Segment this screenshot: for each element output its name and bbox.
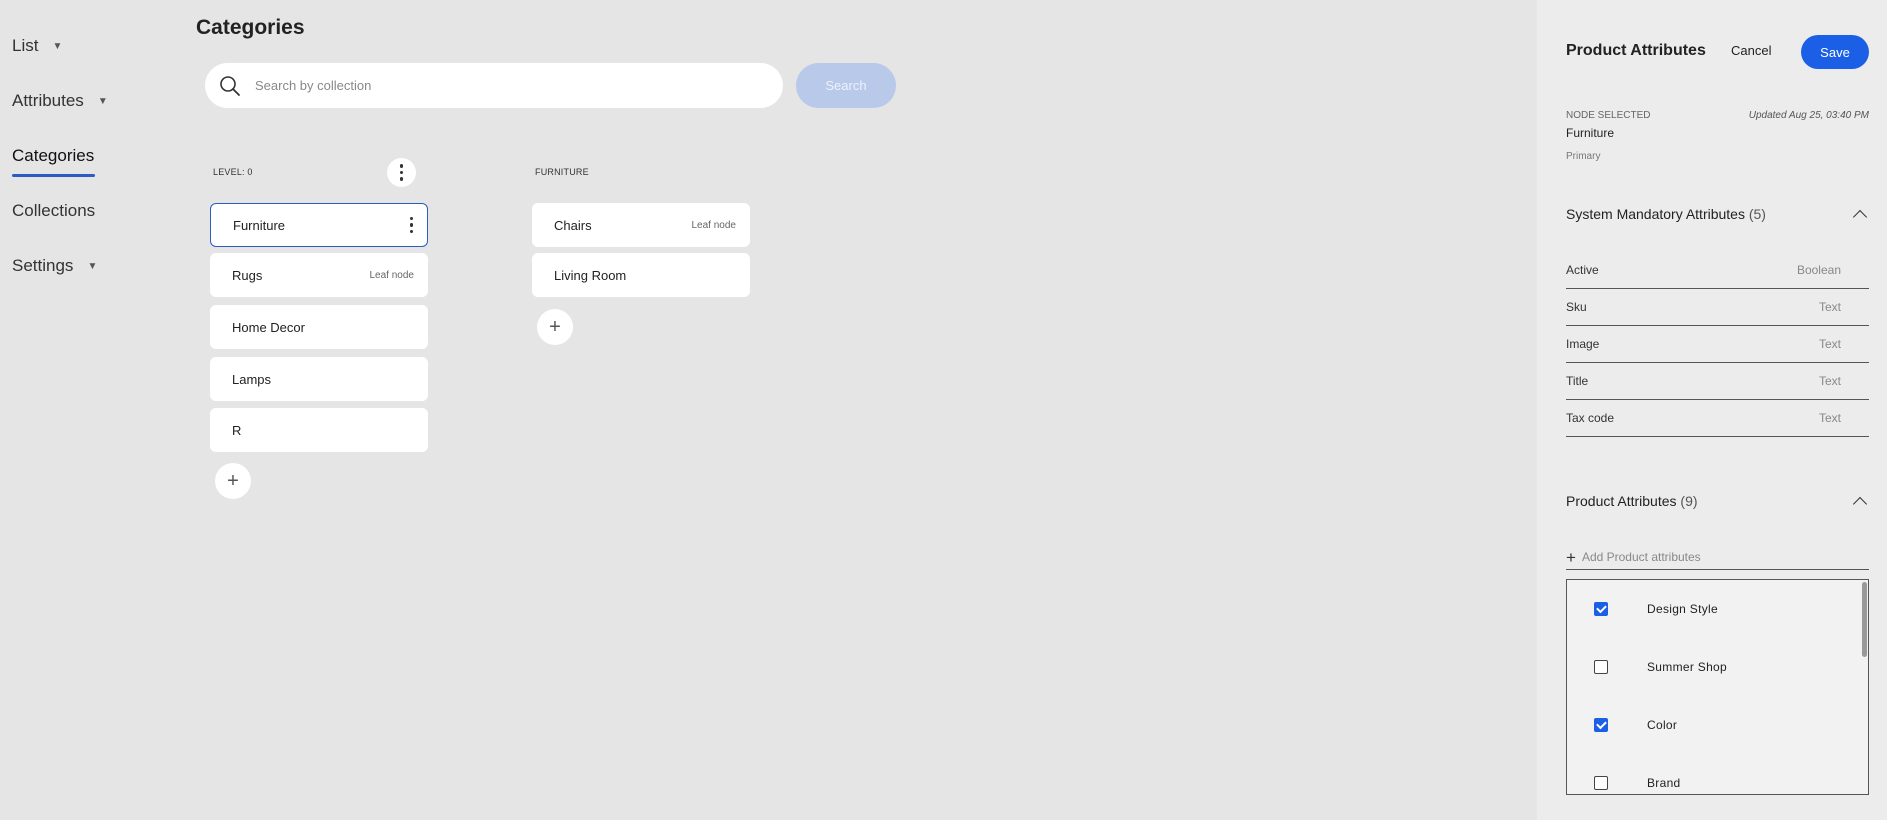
sidebar-item-label: Settings — [12, 256, 74, 275]
search-bar — [205, 63, 783, 108]
category-card-living-room[interactable]: Living Room — [532, 253, 750, 297]
section-title: System Mandatory Attributes (5) — [1566, 206, 1766, 222]
system-attributes-header[interactable]: System Mandatory Attributes (5) — [1566, 206, 1869, 224]
kebab-menu-icon — [399, 164, 404, 181]
sidebar-item-label: Categories — [12, 146, 95, 165]
caret-down-icon: ▼ — [52, 40, 63, 52]
sidebar-item-label: List — [12, 36, 39, 55]
option-label: Design Style — [1647, 602, 1718, 616]
checkbox-checked[interactable] — [1594, 602, 1608, 616]
category-name: Rugs — [232, 267, 263, 283]
leaf-node-tag: Leaf node — [369, 269, 415, 281]
category-name: Furniture — [233, 217, 286, 233]
attribute-type: Text — [1818, 337, 1841, 351]
node-name: Furniture — [1566, 126, 1615, 140]
category-name: Lamps — [232, 371, 272, 387]
attribute-count: (5) — [1748, 206, 1766, 222]
attribute-row: Active Boolean — [1566, 252, 1869, 289]
caret-down-icon: ▼ — [87, 260, 98, 272]
option-label: Brand — [1647, 776, 1681, 790]
category-name: Living Room — [554, 267, 627, 283]
chevron-up-icon[interactable] — [1852, 496, 1868, 511]
plus-icon: + — [227, 469, 239, 492]
attribute-name: Title — [1566, 374, 1589, 388]
page-title: Categories — [196, 16, 305, 39]
node-type: Primary — [1566, 151, 1601, 162]
section-title: Product Attributes (9) — [1566, 493, 1698, 509]
kebab-menu-icon[interactable] — [409, 216, 413, 234]
search-icon — [220, 75, 240, 96]
attribute-row: Title Text — [1566, 363, 1869, 400]
attribute-name: Sku — [1566, 300, 1587, 314]
sidebar-item-categories[interactable]: Categories — [12, 146, 94, 166]
attribute-row: Image Text — [1566, 326, 1869, 363]
add-category-button[interactable]: + — [215, 463, 251, 499]
scrollbar[interactable] — [1862, 582, 1867, 657]
panel-title: Product Attributes — [1566, 42, 1706, 59]
category-name: Chairs — [554, 217, 592, 233]
add-product-attribute-field: + — [1566, 545, 1869, 570]
checkbox-checked[interactable] — [1594, 718, 1608, 732]
option-label: Summer Shop — [1647, 660, 1727, 674]
chevron-up-icon[interactable] — [1852, 209, 1868, 224]
attribute-name: Tax code — [1566, 411, 1615, 425]
column-header-level-0: LEVEL: 0 — [213, 167, 253, 177]
category-card-furniture[interactable]: Furniture — [210, 203, 428, 247]
category-name: Home Decor — [232, 319, 305, 335]
attribute-options-list: Design Style Summer Shop Color Brand — [1566, 579, 1869, 795]
attribute-name: Image — [1566, 337, 1600, 351]
caret-down-icon: ▼ — [97, 95, 108, 107]
category-card-rugs[interactable]: Rugs Leaf node — [210, 253, 428, 297]
leaf-node-tag: Leaf node — [691, 219, 737, 231]
product-attributes-panel: Product Attributes Cancel Save NODE SELE… — [1537, 0, 1887, 820]
attribute-count: (9) — [1680, 493, 1698, 509]
sidebar-item-collections[interactable]: Collections — [12, 201, 95, 221]
category-card-r[interactable]: R — [210, 408, 428, 452]
checkbox-unchecked[interactable] — [1594, 776, 1608, 790]
updated-timestamp: Updated Aug 25, 03:40 PM — [1748, 110, 1869, 121]
attribute-option[interactable]: Brand — [1594, 776, 1681, 790]
attribute-name: Active — [1566, 263, 1599, 277]
active-nav-indicator — [12, 174, 95, 177]
sidebar-item-attributes[interactable]: Attributes ▼ — [12, 91, 108, 111]
attribute-type: Text — [1818, 411, 1841, 425]
category-card-home-decor[interactable]: Home Decor — [210, 305, 428, 349]
search-input[interactable] — [255, 78, 735, 93]
column-header-furniture: FURNITURE — [535, 167, 589, 177]
plus-icon: + — [1566, 547, 1576, 567]
option-label: Color — [1647, 718, 1678, 732]
attribute-row: Tax code Text — [1566, 400, 1869, 437]
plus-icon: + — [549, 315, 561, 338]
checkbox-unchecked[interactable] — [1594, 660, 1608, 674]
column-options-button[interactable] — [387, 158, 416, 187]
category-card-lamps[interactable]: Lamps — [210, 357, 428, 401]
cancel-button[interactable]: Cancel — [1731, 43, 1771, 58]
attribute-type: Text — [1818, 374, 1841, 388]
attribute-type: Boolean — [1796, 263, 1841, 277]
add-attribute-input[interactable] — [1581, 550, 1842, 564]
add-subcategory-button[interactable]: + — [537, 309, 573, 345]
search-button[interactable]: Search — [796, 63, 896, 108]
attribute-row: Sku Text — [1566, 289, 1869, 326]
attribute-option[interactable]: Design Style — [1594, 602, 1718, 616]
sidebar-item-label: Attributes — [12, 91, 84, 110]
category-card-chairs[interactable]: Chairs Leaf node — [532, 203, 750, 247]
product-attributes-header[interactable]: Product Attributes (9) — [1566, 493, 1869, 511]
attribute-option[interactable]: Color — [1594, 718, 1677, 732]
sidebar-item-settings[interactable]: Settings ▼ — [12, 256, 97, 276]
node-selected-label: NODE SELECTED — [1566, 110, 1651, 121]
save-button[interactable]: Save — [1801, 35, 1869, 69]
category-name: R — [232, 422, 242, 438]
sidebar: List ▼ Attributes ▼ Categories Collectio… — [0, 0, 180, 820]
sidebar-item-list[interactable]: List ▼ — [12, 36, 62, 56]
attribute-option[interactable]: Summer Shop — [1594, 660, 1727, 674]
sidebar-item-label: Collections — [12, 201, 96, 220]
attribute-type: Text — [1818, 300, 1841, 314]
